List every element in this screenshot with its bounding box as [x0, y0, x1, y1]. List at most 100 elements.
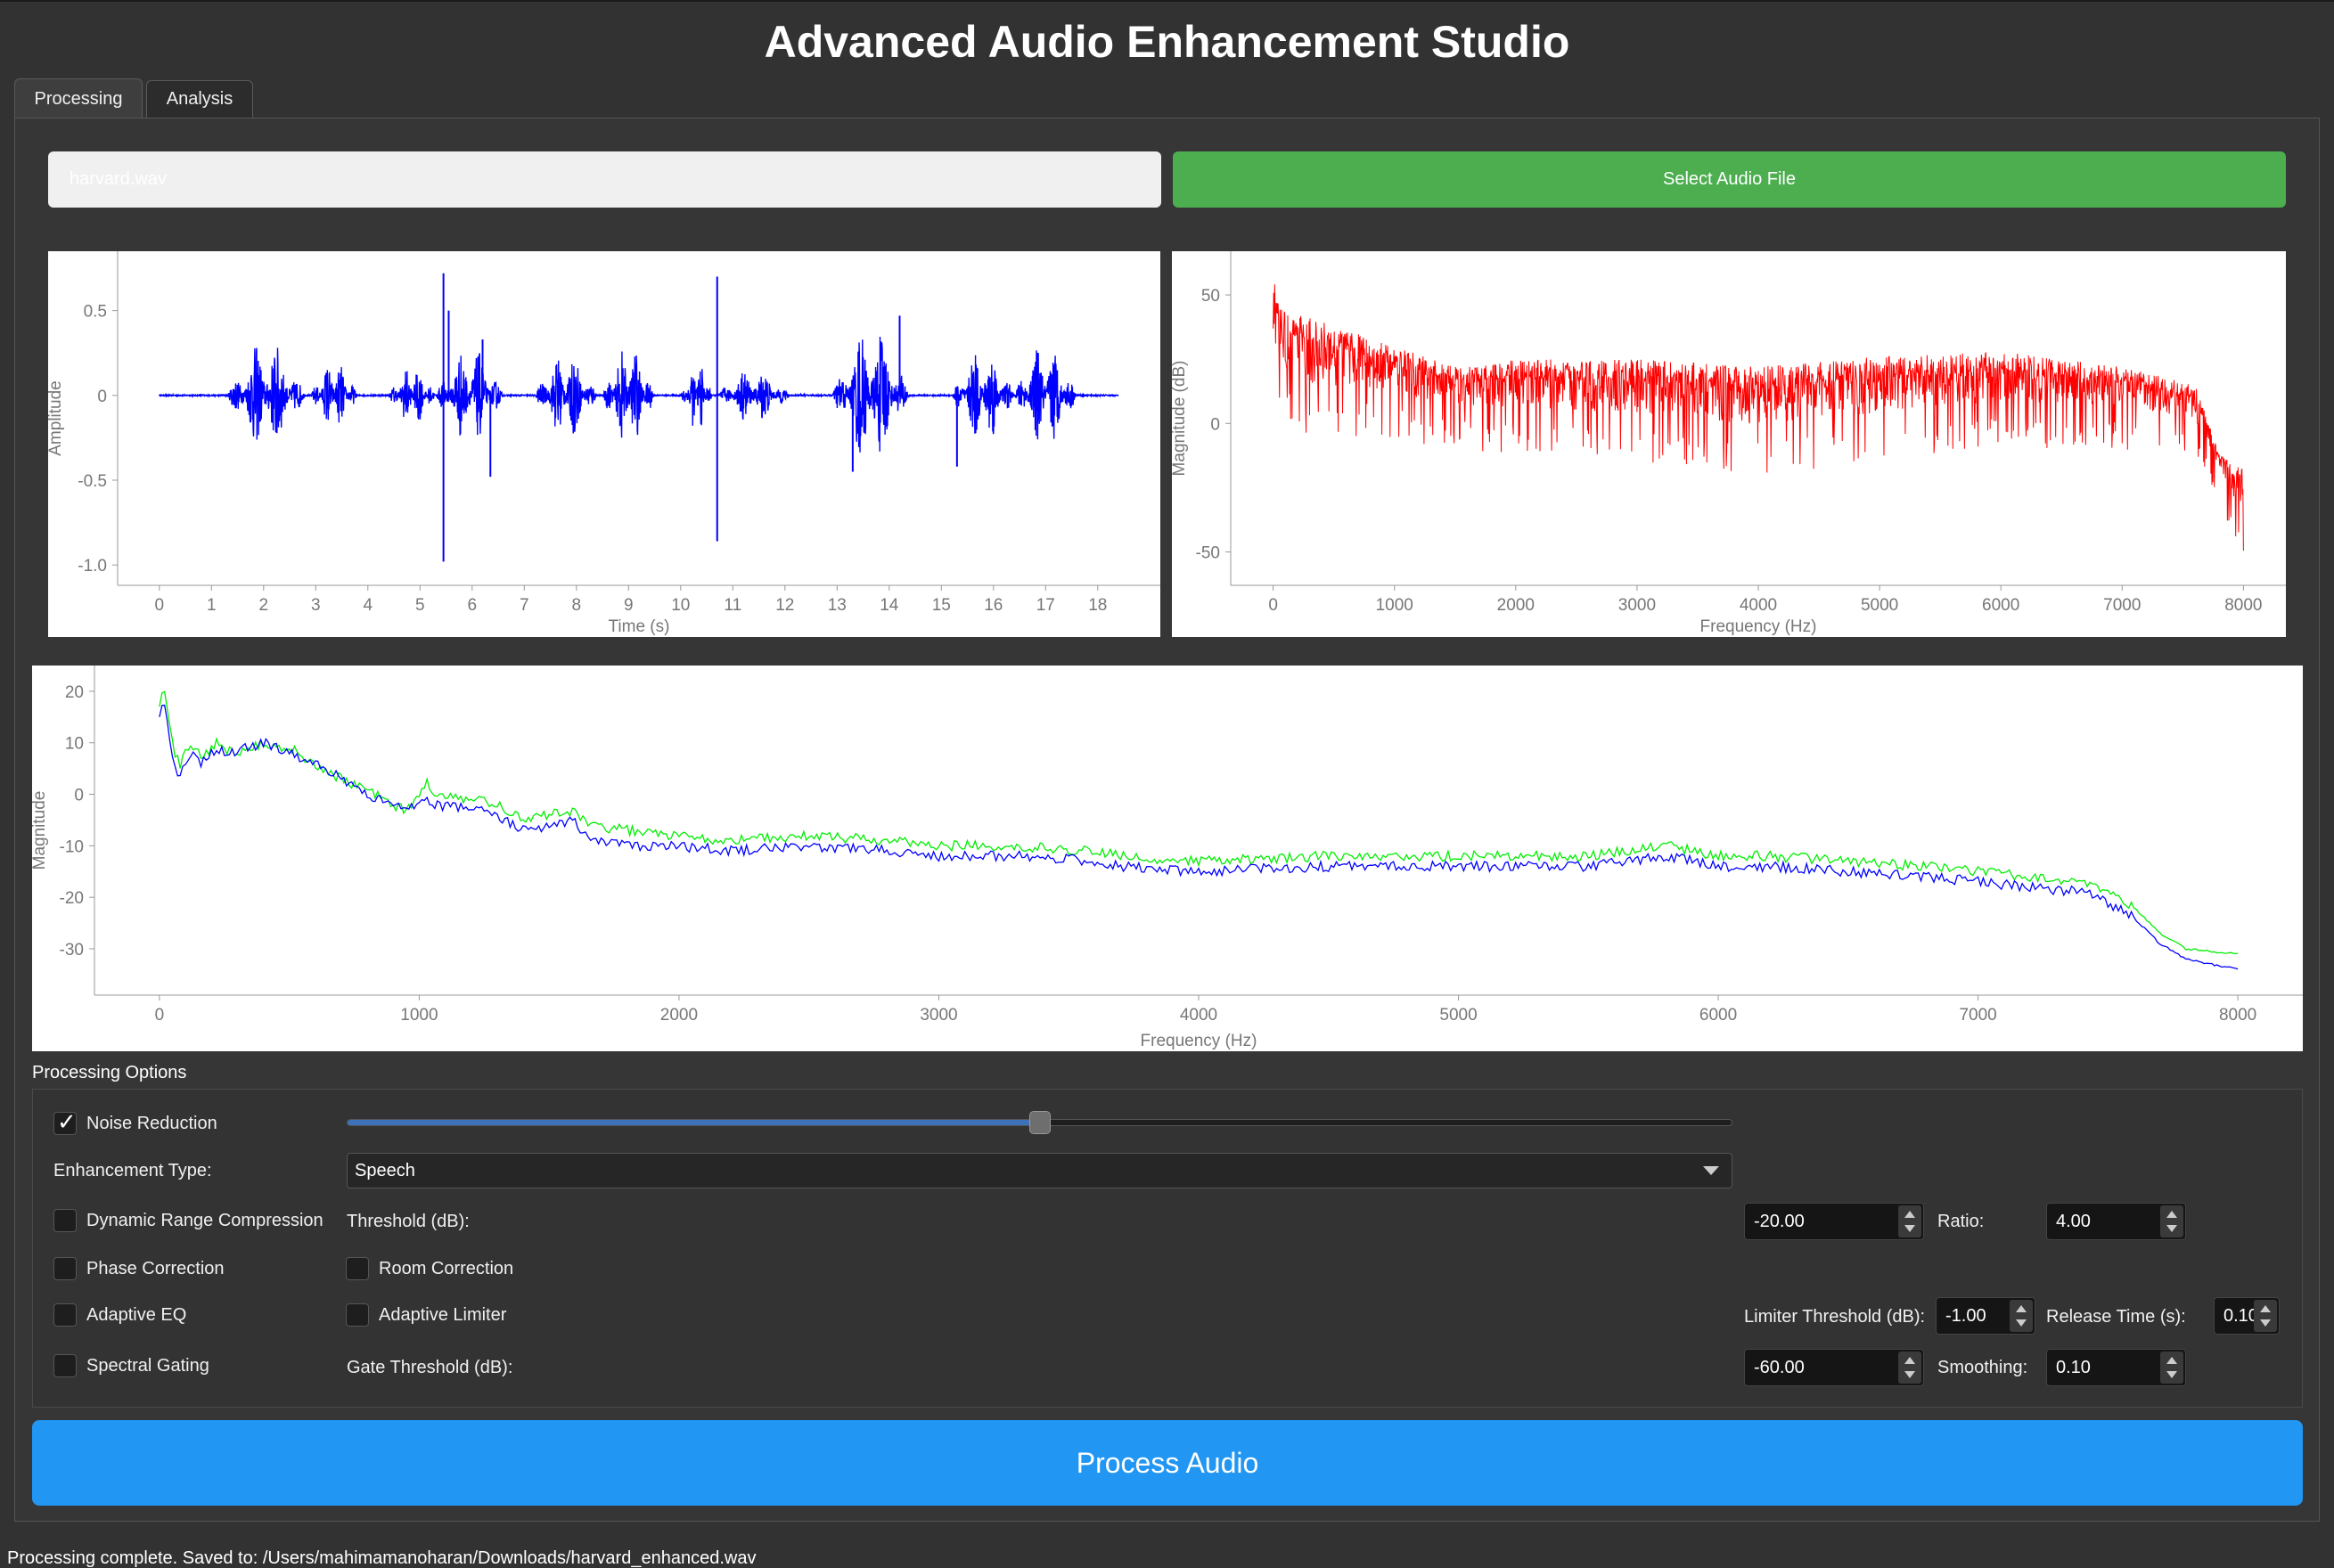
x-tick-label: 14 — [880, 596, 899, 615]
y-tick-label: -20 — [60, 889, 84, 908]
tab-analysis[interactable]: Analysis — [146, 80, 253, 118]
spectrum-line — [1273, 284, 2244, 551]
ratio-spinbox[interactable]: 4.00 — [2046, 1203, 2186, 1240]
adaptive-eq-label: Adaptive EQ — [86, 1305, 187, 1325]
x-tick-label: 17 — [1036, 596, 1055, 615]
x-tick-label: 6000 — [1982, 596, 2019, 615]
x-tick-label: 7000 — [1959, 1006, 1996, 1025]
smoothing-value: 0.10 — [2056, 1357, 2091, 1377]
x-tick-label: 12 — [775, 596, 794, 615]
phase-correction-label: Phase Correction — [86, 1259, 225, 1278]
spin-arrows-icon[interactable] — [1898, 1352, 1921, 1384]
x-tick-label: 0 — [155, 1006, 165, 1025]
x-tick-label: 3000 — [1618, 596, 1656, 615]
x-tick-label: 15 — [932, 596, 951, 615]
enhancement-type-label: Enhancement Type: — [53, 1161, 212, 1180]
enhancement-type-value: Speech — [355, 1160, 415, 1180]
gate-threshold-value: -60.00 — [1754, 1357, 1805, 1377]
chevron-down-icon — [1703, 1166, 1719, 1175]
x-tick-label: 7000 — [2103, 596, 2141, 615]
status-bar-text: Processing complete. Saved to: /Users/ma… — [7, 1548, 757, 1568]
noise-reduction-slider-handle[interactable] — [1029, 1111, 1051, 1134]
x-tick-label: 1000 — [1376, 596, 1413, 615]
spin-arrows-icon[interactable] — [2010, 1300, 2033, 1332]
x-tick-label: 13 — [828, 596, 847, 615]
release-time-spinbox[interactable]: 0.10 — [2214, 1297, 2280, 1335]
select-audio-file-button[interactable]: Select Audio File — [1173, 151, 2286, 208]
x-tick-label: 3 — [311, 596, 321, 615]
smoothing-spinbox[interactable]: 0.10 — [2046, 1349, 2186, 1386]
noise-reduction-checkbox[interactable] — [53, 1109, 77, 1136]
waveform-line — [159, 336, 1119, 453]
spin-arrows-icon[interactable] — [2160, 1205, 2183, 1237]
x-tick-label: 5 — [415, 596, 425, 615]
y-tick-label: 0 — [1210, 415, 1220, 434]
waveform-chart: 0 1 2 3 4 5 6 7 8 9 10 11 12 13 14 15 16 17 18-1.0-0.500.5… — [48, 251, 1160, 636]
y-tick-label: -0.5 — [78, 472, 107, 491]
y-tick-label: -50 — [1196, 544, 1220, 563]
magnitude-series-green — [159, 690, 2239, 955]
tab-processing[interactable]: Processing — [14, 78, 143, 119]
x-tick-label: 18 — [1088, 596, 1107, 615]
x-tick-label: 16 — [984, 596, 1003, 615]
limiter-threshold-value: -1.00 — [1945, 1305, 1986, 1326]
threshold-label: Threshold (dB): — [347, 1212, 470, 1231]
x-axis-label: Frequency (Hz) — [1700, 617, 1817, 636]
spin-arrows-icon[interactable] — [1898, 1205, 1921, 1237]
threshold-spinbox[interactable]: -20.00 — [1744, 1203, 1924, 1240]
x-tick-label: 11 — [724, 596, 741, 615]
y-axis-label: Magnitude (dB) — [1172, 361, 1189, 477]
x-axis-label: Frequency (Hz) — [1141, 1032, 1257, 1050]
drc-checkbox[interactable] — [53, 1209, 77, 1232]
room-correction-label: Room Correction — [379, 1259, 514, 1278]
x-tick-label: 6000 — [1699, 1006, 1737, 1025]
y-tick-label: -10 — [60, 837, 84, 856]
process-audio-button[interactable]: Process Audio — [32, 1420, 2303, 1506]
adaptive-limiter-label: Adaptive Limiter — [379, 1305, 507, 1325]
x-tick-label: 4 — [364, 596, 373, 615]
spin-arrows-icon[interactable] — [2254, 1300, 2277, 1332]
limiter-threshold-spinbox[interactable]: -1.00 — [1936, 1297, 2035, 1335]
y-tick-label: 20 — [65, 683, 84, 702]
adaptive-limiter-checkbox[interactable] — [346, 1303, 369, 1327]
noise-reduction-label: Noise Reduction — [86, 1114, 217, 1133]
x-tick-label: 2000 — [1497, 596, 1535, 615]
x-tick-label: 8000 — [2224, 596, 2262, 615]
x-tick-label: 3000 — [920, 1006, 957, 1025]
y-tick-label: 50 — [1201, 287, 1220, 306]
spectral-gating-checkbox[interactable] — [53, 1354, 77, 1377]
enhancement-type-select[interactable]: Speech — [347, 1153, 1732, 1188]
spin-arrows-icon[interactable] — [2160, 1352, 2183, 1384]
room-correction-checkbox[interactable] — [346, 1257, 369, 1280]
ratio-value: 4.00 — [2056, 1211, 2091, 1231]
y-tick-label: 0 — [97, 388, 107, 406]
y-axis-label: Amplitude — [48, 380, 65, 456]
file-path-field[interactable]: harvard.wav — [48, 151, 1161, 208]
x-tick-label: 1000 — [400, 1006, 438, 1025]
noise-reduction-slider-fill — [348, 1120, 1040, 1125]
y-tick-label: -1.0 — [78, 557, 107, 576]
x-tick-label: 2000 — [660, 1006, 698, 1025]
release-time-label: Release Time (s): — [2046, 1307, 2186, 1327]
gate-threshold-spinbox[interactable]: -60.00 — [1744, 1349, 1924, 1386]
app-title: Advanced Audio Enhancement Studio — [764, 17, 1570, 67]
x-tick-label: 1 — [207, 596, 217, 615]
ratio-label: Ratio: — [1937, 1212, 1985, 1231]
x-tick-label: 6 — [468, 596, 478, 615]
x-tick-label: 9 — [624, 596, 634, 615]
magnitude-series-blue — [159, 704, 2239, 970]
limiter-threshold-label: Limiter Threshold (dB): — [1744, 1307, 1926, 1327]
y-tick-label: 0 — [74, 787, 84, 805]
spectral-gating-label: Spectral Gating — [86, 1356, 209, 1376]
threshold-value: -20.00 — [1754, 1211, 1805, 1231]
x-tick-label: 2 — [259, 596, 269, 615]
magnitude-comparison-plot: 0 1000 2000 3000 4000 5000 6000 7000 8000 -30 -20 -… — [32, 666, 2303, 1051]
x-tick-label: 8 — [572, 596, 582, 615]
spectrum-chart: 0 1000 2000 3000 4000 5000 6000 7000 8000 -50 0 50 F… — [1172, 251, 2286, 636]
y-axis-label: Magnitude — [32, 791, 49, 870]
gate-threshold-label: Gate Threshold (dB): — [347, 1358, 513, 1377]
waveform-plot: 0 1 2 3 4 5 6 7 8 9 10 11 12 13 14 15 16 17 18 -1.0 -0.5 0 0.5… — [48, 251, 1160, 637]
magnitude-chart: 0 1000 2000 3000 4000 5000 6000 7000 8000 -30 -20 -… — [32, 666, 2303, 1050]
phase-correction-checkbox[interactable] — [53, 1257, 77, 1280]
adaptive-eq-checkbox[interactable] — [53, 1303, 77, 1327]
